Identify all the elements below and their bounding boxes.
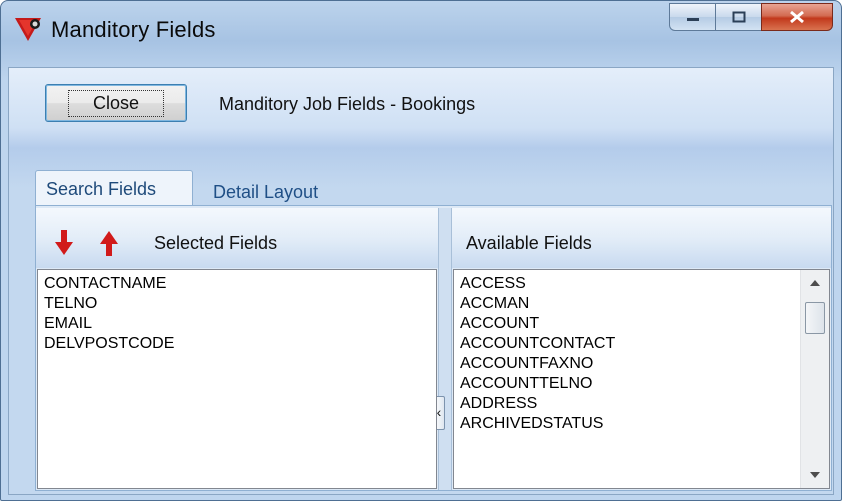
list-item[interactable]: ACCESS — [454, 274, 829, 294]
close-button-label: Close — [67, 89, 165, 117]
available-fields-header: Available Fields — [452, 208, 831, 268]
vertical-scrollbar[interactable] — [800, 270, 829, 488]
maximize-icon — [732, 11, 745, 23]
close-button[interactable]: Close — [45, 84, 187, 122]
selected-fields-list[interactable]: CONTACTNAME TELNO EMAIL DELVPOSTCODE — [37, 269, 437, 489]
form-description: Manditory Job Fields - Bookings — [219, 94, 476, 114]
arrow-up-icon[interactable] — [98, 229, 120, 257]
window-close-button[interactable] — [761, 3, 833, 31]
available-fields-title: Available Fields — [466, 233, 592, 253]
list-item[interactable]: ACCOUNTTELNO — [454, 374, 829, 394]
list-item[interactable]: ACCMAN — [454, 294, 829, 314]
scroll-thumb[interactable] — [805, 302, 825, 334]
scroll-down-button[interactable] — [801, 462, 829, 488]
list-item[interactable]: DELVPOSTCODE — [38, 334, 436, 354]
list-item[interactable]: ACCOUNTCONTACT — [454, 334, 829, 354]
list-item[interactable]: ADDRESS — [454, 394, 829, 414]
maximize-button[interactable] — [715, 3, 761, 31]
manditory-fields-window: Manditory Fields Close Manditory Job Fie… — [0, 0, 842, 501]
scroll-up-button[interactable] — [801, 270, 829, 296]
window-title: Manditory Fields — [51, 17, 216, 42]
title-bar[interactable]: Manditory Fields — [1, 1, 841, 67]
list-item[interactable]: EMAIL — [38, 314, 436, 334]
arrow-down-icon[interactable] — [53, 229, 75, 257]
client-area: Close Manditory Job Fields - Bookings Se… — [8, 67, 834, 495]
selected-fields-header: Selected Fields — [36, 208, 438, 268]
selected-fields-title: Selected Fields — [154, 233, 278, 253]
minimize-icon — [686, 18, 699, 21]
list-item[interactable]: ACCOUNTFAXNO — [454, 354, 829, 374]
caption-buttons — [669, 3, 833, 33]
splitter[interactable] — [438, 208, 452, 490]
list-item[interactable]: TELNO — [38, 294, 436, 314]
minimize-button[interactable] — [669, 3, 715, 31]
list-item[interactable]: ARCHIVEDSTATUS — [454, 414, 829, 434]
available-fields-list[interactable]: ACCESS ACCMAN ACCOUNT ACCOUNTCONTACT ACC… — [453, 269, 830, 489]
list-item[interactable]: ACCOUNT — [454, 314, 829, 334]
list-item[interactable]: CONTACTNAME — [38, 274, 436, 294]
scroll-down-icon — [810, 472, 820, 478]
tab-search-fields[interactable]: Search Fields — [35, 170, 193, 206]
close-x-icon — [790, 10, 804, 24]
scroll-up-icon — [810, 280, 820, 286]
app-icon — [15, 18, 41, 41]
